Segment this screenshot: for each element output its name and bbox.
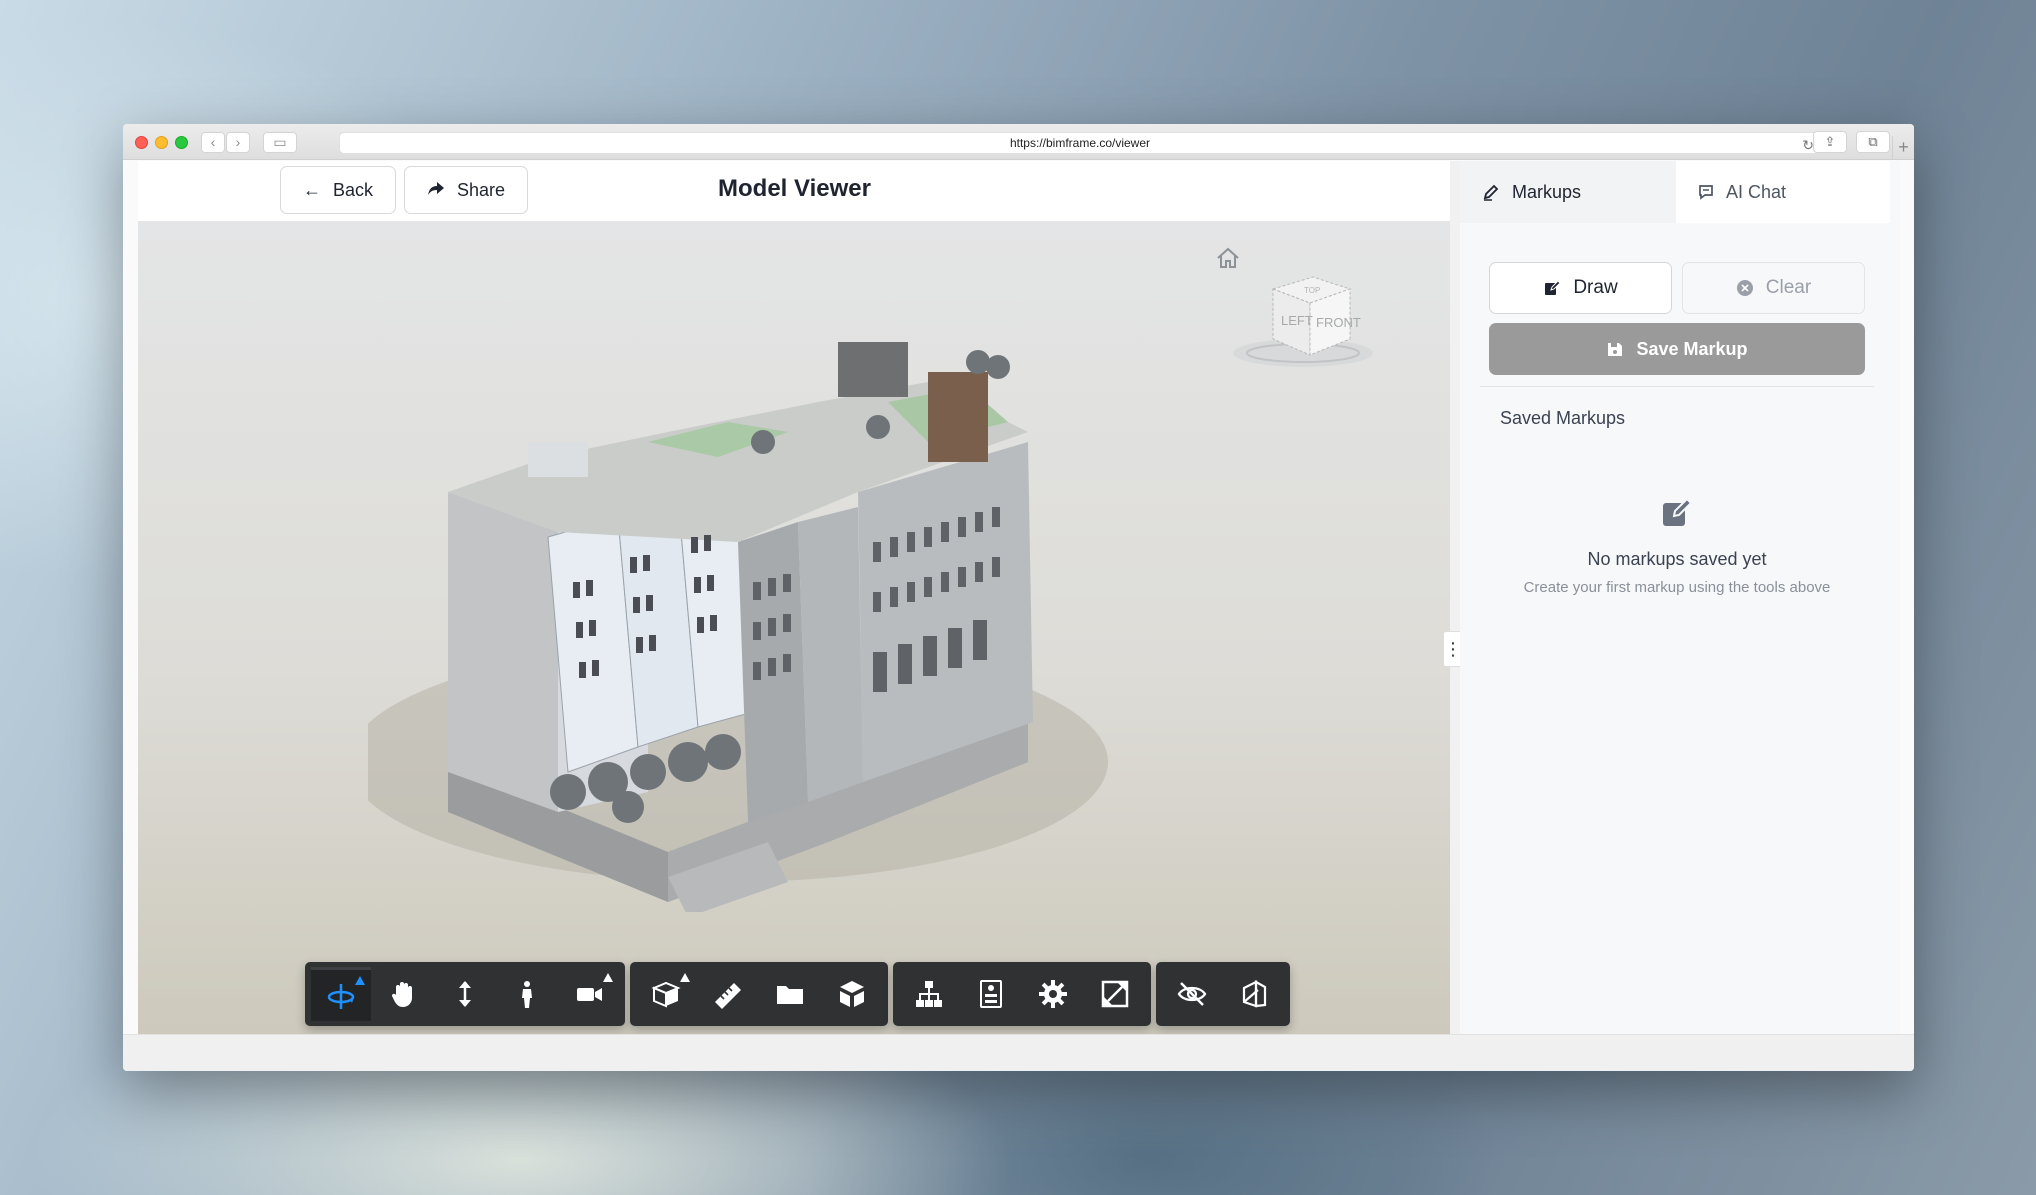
empty-state-title: No markups saved yet — [1587, 549, 1767, 569]
properties-button[interactable] — [961, 967, 1021, 1021]
tab-markups-label: Markups — [1512, 181, 1582, 202]
isolate-button[interactable] — [1224, 967, 1284, 1021]
measure-tool-button[interactable] — [698, 967, 758, 1021]
viewcube-navigator[interactable]: LEFT FRONT TOP — [1228, 267, 1378, 377]
toolbar-visibility-group — [1156, 962, 1290, 1026]
save-markup-label: Save Markup — [1636, 338, 1748, 359]
edit-square-icon — [1545, 280, 1562, 295]
arrow-left-icon: ← — [303, 179, 321, 200]
chat-bubble-icon — [1699, 185, 1713, 200]
save-icon — [1608, 343, 1623, 356]
divider — [1480, 386, 1874, 387]
zoom-arrows-icon — [459, 981, 471, 1007]
building-3d-model[interactable] — [368, 292, 1128, 912]
viewer-header: ← Back Share Model Viewer — [138, 161, 1450, 222]
camera-tool-button[interactable] — [559, 967, 619, 1021]
draw-button[interactable]: Draw — [1489, 262, 1672, 314]
panel-resize-handle[interactable] — [1450, 161, 1460, 1034]
explode-cube-icon — [840, 981, 864, 1007]
share-page-icon[interactable]: ⇪ — [1813, 131, 1847, 153]
folder-icon — [777, 986, 803, 1004]
viewcube-front-label: FRONT — [1316, 315, 1361, 330]
zoom-window-button[interactable] — [175, 136, 188, 149]
tab-ai-chat[interactable]: AI Chat — [1676, 161, 1890, 223]
app-root: ← Back Share Model Viewer LEFT FRONT TOP… — [138, 161, 1900, 1034]
browser-footer — [123, 1034, 1914, 1071]
section-box-icon — [651, 981, 681, 1008]
side-panel: Markups AI Chat Draw Clear Save Markup S… — [1460, 161, 1900, 1034]
toolbar-navigation-group — [305, 962, 625, 1026]
close-window-button[interactable] — [135, 136, 148, 149]
sidebar-toggle-icon[interactable]: ▭ — [263, 132, 297, 153]
hide-eye-icon — [1177, 982, 1207, 1006]
settings-button[interactable] — [1023, 967, 1083, 1021]
fullscreen-icon — [1101, 980, 1129, 1008]
section-box-tool-button[interactable] — [636, 967, 696, 1021]
explode-tool-button[interactable] — [822, 967, 882, 1021]
toolbar-tools-group — [630, 962, 888, 1026]
panel-tabs: Markups AI Chat — [1460, 161, 1890, 223]
back-button[interactable]: ← Back — [280, 166, 397, 214]
browser-window: ‹ › ▭ https://bimframe.co/viewer ↻ ⇪ ⧉ +… — [123, 124, 1914, 1071]
submenu-indicator-icon — [603, 973, 613, 982]
back-button-label: Back — [333, 179, 374, 200]
draw-button-label: Draw — [1573, 277, 1618, 298]
viewcube-top-label: TOP — [1304, 286, 1320, 295]
url-text: https://bimframe.co/viewer — [1009, 136, 1151, 150]
model-browser-button[interactable] — [899, 967, 959, 1021]
new-tab-icon[interactable]: + — [1892, 136, 1914, 160]
pan-tool-button[interactable] — [373, 967, 433, 1021]
share-button-label: Share — [457, 179, 506, 200]
empty-markup-icon — [1663, 497, 1693, 526]
page-title: Model Viewer — [718, 175, 871, 202]
markup-pen-icon — [1483, 184, 1499, 201]
pan-hand-icon — [391, 982, 412, 1007]
minimize-window-button[interactable] — [155, 136, 168, 149]
settings-gear-icon — [1039, 980, 1067, 1008]
tab-markups[interactable]: Markups — [1460, 161, 1676, 223]
measure-ruler-icon — [715, 983, 741, 1009]
isolate-icon — [1242, 980, 1267, 1008]
address-bar[interactable]: https://bimframe.co/viewer ↻ — [339, 132, 1821, 154]
clear-button-label: Clear — [1765, 277, 1812, 298]
back-nav-icon[interactable]: ‹ — [201, 132, 225, 153]
empty-state-subtitle: Create your first markup using the tools… — [1523, 579, 1831, 596]
share-icon — [427, 180, 445, 201]
model-viewport[interactable]: LEFT FRONT TOP — [138, 222, 1450, 1034]
save-markup-button[interactable]: Save Markup — [1489, 323, 1865, 375]
browser-titlebar: ‹ › ▭ https://bimframe.co/viewer ↻ ⇪ ⧉ + — [123, 124, 1914, 160]
viewcube-left-label: LEFT — [1281, 313, 1313, 328]
properties-icon — [980, 980, 1002, 1008]
clear-x-circle-icon — [1736, 280, 1753, 296]
share-button[interactable]: Share — [404, 166, 529, 214]
saved-markups-heading: Saved Markups — [1500, 408, 1626, 428]
camera-icon — [577, 988, 602, 1001]
clear-button[interactable]: Clear — [1682, 262, 1865, 314]
model-tree-icon — [916, 981, 942, 1007]
submenu-indicator-icon — [680, 973, 690, 982]
first-person-tool-button[interactable] — [497, 967, 557, 1021]
toolbar-panels-group — [893, 962, 1151, 1026]
hide-selected-button[interactable] — [1162, 967, 1222, 1021]
tabs-overview-icon[interactable]: ⧉ — [1856, 131, 1890, 153]
zoom-tool-button[interactable] — [435, 967, 495, 1021]
submenu-indicator-icon — [355, 976, 365, 985]
tab-ai-chat-label: AI Chat — [1726, 181, 1787, 202]
first-person-icon — [522, 981, 532, 1008]
orbit-icon — [327, 983, 355, 1009]
files-tool-button[interactable] — [760, 967, 820, 1021]
orbit-tool-button[interactable] — [311, 967, 371, 1021]
fullscreen-button[interactable] — [1085, 967, 1145, 1021]
forward-nav-icon[interactable]: › — [226, 132, 250, 153]
